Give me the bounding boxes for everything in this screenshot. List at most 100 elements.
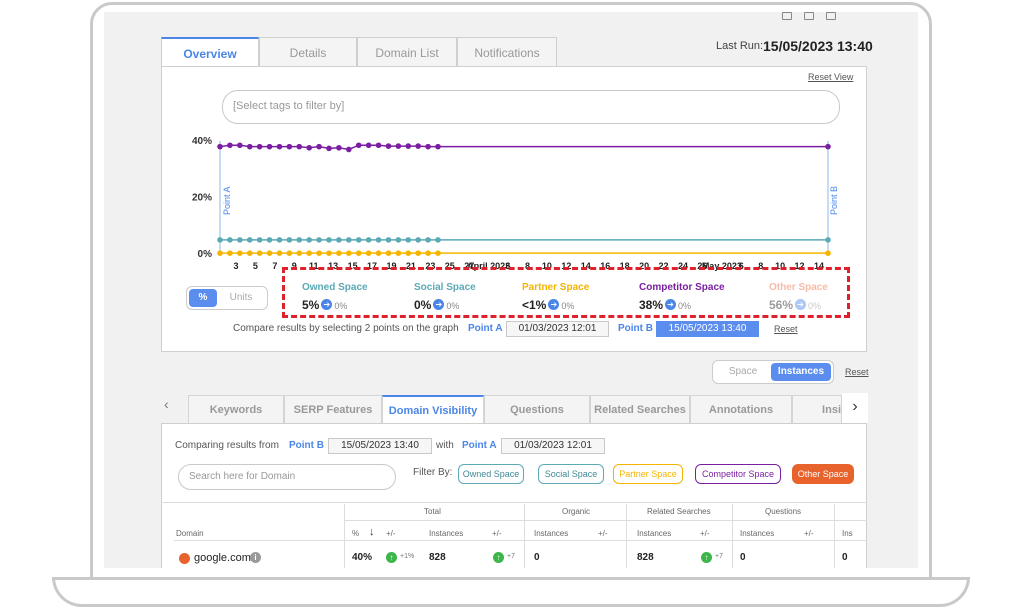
series-point <box>296 143 303 150</box>
column-header[interactable]: +/- <box>598 529 608 538</box>
subtab-questions[interactable]: Questions <box>484 395 590 423</box>
point-b-marker-label: Point B <box>829 186 839 215</box>
subtab-insights[interactable]: Insi <box>792 395 842 423</box>
series-point <box>385 250 392 256</box>
metric-value-group: 0% ➔ 0% <box>414 296 459 314</box>
series-point <box>306 237 312 243</box>
metric-label: Other Space <box>769 282 828 293</box>
filter-pill[interactable]: Partner Space <box>613 464 683 484</box>
arrow-right-icon: ➔ <box>548 299 560 311</box>
print-icon[interactable] <box>826 12 836 20</box>
column-header[interactable]: +/- <box>386 529 396 538</box>
domain-name[interactable]: google.com <box>194 552 251 564</box>
series-point <box>276 143 283 150</box>
tab-overview[interactable]: Overview <box>161 37 259 67</box>
subtab-related-searches[interactable]: Related Searches <box>590 395 690 423</box>
export-icon[interactable] <box>782 12 792 20</box>
space-option[interactable]: Space <box>715 363 771 381</box>
filter-pill[interactable]: Competitor Space <box>695 464 781 484</box>
percent-option[interactable]: % <box>189 289 217 307</box>
unit-toggle[interactable]: % Units <box>186 286 268 310</box>
series-point <box>375 142 382 149</box>
series-point <box>336 250 342 256</box>
filter-pill[interactable]: Other Space <box>792 464 854 484</box>
tag-filter-input[interactable]: [Select tags to filter by] <box>222 90 840 124</box>
tab-domain-list[interactable]: Domain List <box>357 37 457 67</box>
series-point <box>435 143 441 150</box>
series-point <box>336 144 342 151</box>
series-point <box>395 250 402 256</box>
subtab-domain-visibility[interactable]: Domain Visibility <box>382 395 484 423</box>
metric-delta: 0% <box>446 301 460 311</box>
series-point <box>326 237 332 243</box>
visibility-line-chart[interactable]: 40%20%0%Point A Point B3 5 7 9 11 13 15 17 19 21 23… <box>184 130 844 272</box>
space-instances-toggle[interactable]: Space Instances <box>712 360 834 384</box>
y-tick-label: 0% <box>198 249 213 260</box>
series-point <box>825 143 831 150</box>
filter-by-label: Filter By: <box>413 467 453 478</box>
point-a-date[interactable]: 01/03/2023 12:01 <box>506 321 609 337</box>
subtab-serp-features[interactable]: SERP Features <box>284 395 382 423</box>
scroll-left-icon[interactable]: ‹ <box>164 396 169 412</box>
series-point <box>365 237 372 243</box>
point-b-date[interactable]: 15/05/2023 13:40 <box>656 321 759 337</box>
table-top-divider <box>161 502 867 503</box>
series-point <box>266 237 273 243</box>
tab-details[interactable]: Details <box>259 37 357 67</box>
series-point <box>405 237 412 243</box>
column-header[interactable]: +/- <box>804 529 814 538</box>
domain-search-input[interactable]: Search here for Domain <box>178 464 396 490</box>
compare-reset-link[interactable]: Reset <box>774 324 798 334</box>
column-divider <box>626 504 627 568</box>
series-point <box>227 142 233 149</box>
column-header[interactable]: +/- <box>492 529 502 538</box>
column-header[interactable]: Instances <box>534 529 568 538</box>
column-header[interactable]: Ins <box>842 529 853 538</box>
column-header[interactable]: Instances <box>637 529 671 538</box>
filter-pill[interactable]: Social Space <box>538 464 604 484</box>
scroll-right-icon[interactable]: › <box>842 393 868 423</box>
last-run-value: 15/05/2023 13:40 <box>763 38 873 54</box>
cell-instances: 828 <box>429 552 446 563</box>
series-point <box>346 146 352 153</box>
series-point <box>256 237 263 243</box>
cell-organic: 0 <box>534 552 540 563</box>
table-icon[interactable] <box>804 12 814 20</box>
info-icon[interactable]: i <box>250 552 261 563</box>
metric-label: Owned Space <box>302 282 368 293</box>
app-screen: Overview Details Domain List Notificatio… <box>104 12 918 568</box>
cell-pct: 40% <box>352 552 373 563</box>
sort-down-icon[interactable]: ↓ <box>369 526 375 538</box>
metric-value: 38% <box>639 298 664 312</box>
reset-view-link[interactable]: Reset View <box>808 72 853 82</box>
metric-value: 5% <box>302 298 320 312</box>
comparing-point-a-date[interactable]: 01/03/2023 12:01 <box>501 438 605 454</box>
metric-value: 56% <box>769 298 794 312</box>
comparing-point-b-date[interactable]: 15/05/2023 13:40 <box>328 438 432 454</box>
tab-notifications[interactable]: Notifications <box>457 37 557 67</box>
series-point <box>237 142 243 149</box>
space-reset-link[interactable]: Reset <box>845 367 869 377</box>
filter-pill[interactable]: Owned Space <box>458 464 524 484</box>
series-point <box>296 237 303 243</box>
series-point <box>415 143 421 149</box>
series-point <box>435 250 441 256</box>
column-header[interactable]: Instances <box>740 529 774 538</box>
column-header[interactable]: +/- <box>700 529 710 538</box>
series-point <box>296 250 303 256</box>
column-header[interactable]: Domain <box>176 529 204 538</box>
series-point <box>326 250 332 256</box>
subtab-annotations[interactable]: Annotations <box>690 395 792 423</box>
series-point <box>405 250 412 256</box>
series-point <box>425 237 431 243</box>
column-header[interactable]: % <box>352 529 359 538</box>
domain-color-dot <box>179 553 190 564</box>
metric-value-group: 56% ➔ 0% <box>769 296 821 314</box>
instances-option[interactable]: Instances <box>771 363 831 381</box>
column-header[interactable]: Instances <box>429 529 463 538</box>
units-option[interactable]: Units <box>217 289 265 307</box>
series-point <box>306 144 312 151</box>
subtab-keywords[interactable]: Keywords <box>188 395 284 423</box>
series-point <box>425 143 431 150</box>
point-b-label: Point B <box>618 323 653 334</box>
